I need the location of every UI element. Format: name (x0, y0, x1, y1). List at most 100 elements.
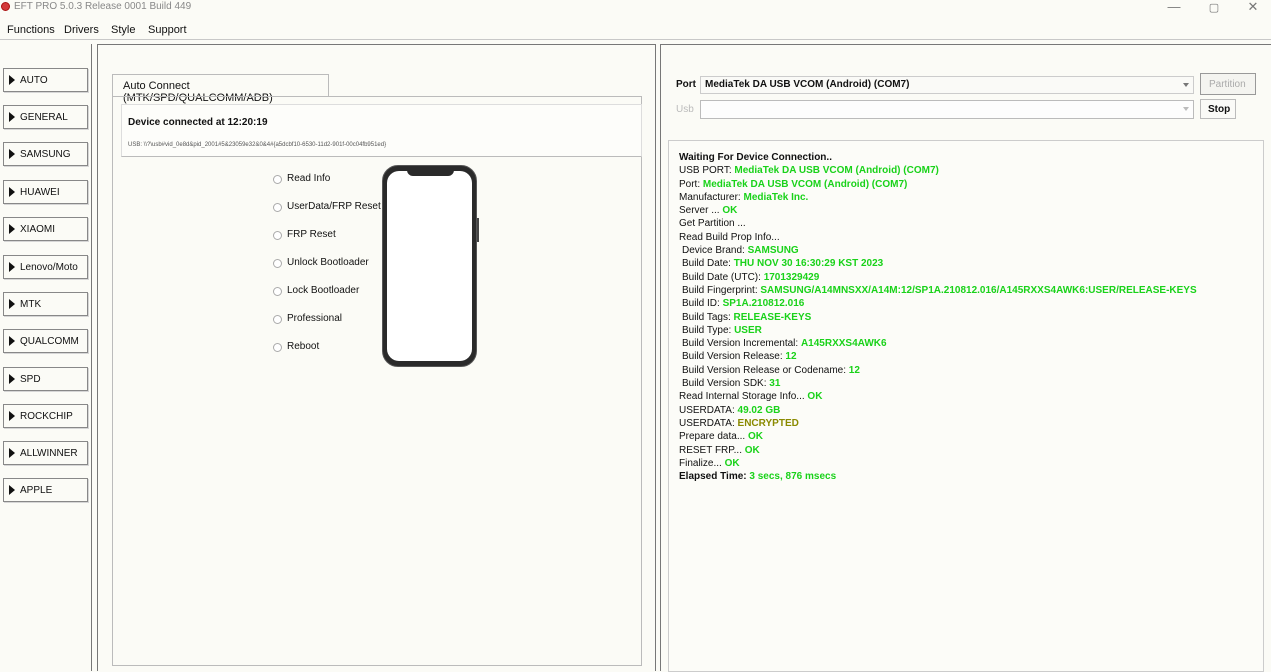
log-line-label: USERDATA: (679, 417, 738, 429)
log-line-label: USB PORT: (679, 165, 735, 177)
log-line-label: Build Version Release: (682, 351, 786, 363)
menu-drivers[interactable]: Drivers (64, 24, 99, 36)
stop-button-label: Stop (1208, 104, 1231, 115)
log-line-label: Server ... (679, 205, 723, 217)
log-line: Build Type: USER (679, 324, 1197, 337)
sidebar-item-allwinner[interactable]: ALLWINNER (3, 441, 88, 465)
log-line-label: Waiting For Device Connection.. (679, 152, 832, 163)
log-line-value: THU NOV 30 16:30:29 KST 2023 (733, 258, 884, 270)
log-line: Server ... OK (679, 204, 1197, 217)
chevron-down-icon (1183, 107, 1189, 111)
sidebar-item-mtk[interactable]: MTK (3, 292, 88, 316)
sidebar-item-label: SAMSUNG (20, 149, 71, 160)
log-line-label: Read Internal Storage Info... (679, 391, 808, 403)
triangle-right-icon (9, 485, 15, 495)
log-line: Build Version Release or Codename: 12 (679, 364, 1197, 377)
usb-label: Usb (676, 104, 694, 115)
log-line: Build Version SDK: 31 (679, 377, 1197, 390)
menu-style[interactable]: Style (111, 24, 135, 36)
log-line: Build ID: SP1A.210812.016 (679, 297, 1197, 310)
log-line-value: 49.02 GB (737, 404, 781, 416)
sidebar-item-lenovo-moto[interactable]: Lenovo/Moto (3, 255, 88, 279)
port-label: Port (676, 79, 696, 90)
log-line: Manufacturer: MediaTek Inc. (679, 191, 1197, 204)
menu-bar: Functions Drivers Style Support (0, 22, 1271, 40)
log-line-label: Build Date: (682, 258, 734, 270)
sidebar-item-apple[interactable]: APPLE (3, 478, 88, 502)
menu-functions[interactable]: Functions (7, 24, 55, 36)
triangle-right-icon (9, 75, 15, 85)
log-line-value: 1701329429 (763, 271, 820, 283)
radio-icon (273, 315, 282, 324)
phone-side-button (477, 218, 479, 242)
sidebar-item-xiaomi[interactable]: XIAOMI (3, 217, 88, 241)
log-lines: Waiting For Device Connection.. USB PORT:… (679, 151, 1197, 483)
log-line-label: Build Version Release or Codename: (682, 364, 849, 376)
option-label: Professional (287, 313, 343, 324)
log-line-label: Elapsed Time: (679, 471, 750, 483)
sidebar-item-samsung[interactable]: SAMSUNG (3, 142, 88, 166)
radio-icon (273, 259, 282, 268)
sidebar-item-label: ALLWINNER (20, 448, 78, 459)
radio-icon (273, 175, 282, 184)
log-line: Get Partition ... (679, 217, 1197, 230)
phone-image (382, 165, 479, 367)
sidebar-item-label: HUAWEI (20, 187, 60, 198)
log-line-label: Port: (679, 178, 703, 190)
maximize-button[interactable]: ▢ (1204, 1, 1224, 14)
log-line-label: Prepare data... (679, 431, 748, 443)
log-line-label: Build Type: (682, 324, 735, 336)
log-line-label: Build Date (UTC): (682, 271, 764, 283)
log-box[interactable]: Waiting For Device Connection.. USB PORT:… (668, 140, 1264, 672)
log-line-value: OK (722, 205, 738, 217)
sidebar-item-rockchip[interactable]: ROCKCHIP (3, 404, 88, 428)
triangle-right-icon (9, 149, 15, 159)
sidebar-item-spd[interactable]: SPD (3, 367, 88, 391)
usb-select[interactable] (700, 100, 1194, 119)
log-line-value: ENCRYPTED (737, 417, 799, 429)
sidebar-item-label: GENERAL (20, 112, 68, 123)
log-line-value: A145RXXS4AWK6 (800, 338, 887, 350)
log-line-value: OK (747, 431, 763, 443)
radio-icon (273, 231, 282, 240)
triangle-right-icon (9, 336, 15, 346)
log-line: Build Version Release: 12 (679, 350, 1197, 363)
radio-icon (273, 203, 282, 212)
log-line-value: OK (724, 457, 740, 469)
chevron-down-icon (1183, 83, 1189, 87)
port-select[interactable]: MediaTek DA USB VCOM (Android) (COM7) (700, 76, 1194, 94)
log-line-label: Build Tags: (682, 311, 734, 323)
sidebar-item-qualcomm[interactable]: QUALCOMM (3, 329, 88, 353)
close-button[interactable]: ✕ (1243, 0, 1263, 15)
log-line: Port: MediaTek DA USB VCOM (Android) (CO… (679, 178, 1197, 191)
option-label: UserData/FRP Reset (287, 201, 381, 212)
menu-support[interactable]: Support (148, 24, 187, 36)
sidebar-item-auto[interactable]: AUTO (3, 68, 88, 92)
sidebar-item-general[interactable]: GENERAL (3, 105, 88, 129)
center-panel: Auto Connect (MTK/SPD/QUALCOMM/ADB) Devi… (97, 44, 656, 671)
log-line-value: MediaTek DA USB VCOM (Android) (COM7) (702, 178, 908, 190)
stop-button[interactable]: Stop (1200, 99, 1236, 119)
sidebar-item-label: Lenovo/Moto (20, 262, 78, 273)
sidebar-item-label: ROCKCHIP (20, 411, 73, 422)
sidebar-item-huawei[interactable]: HUAWEI (3, 180, 88, 204)
log-line: Device Brand: SAMSUNG (679, 244, 1197, 257)
triangle-right-icon (9, 262, 15, 272)
partition-button[interactable]: Partition (1200, 73, 1256, 95)
sidebar-item-label: AUTO (20, 75, 48, 86)
log-line-value: SP1A.210812.016 (722, 298, 805, 310)
sidebar-item-label: SPD (20, 374, 41, 385)
option-label: FRP Reset (287, 229, 336, 240)
log-line: USERDATA: 49.02 GB (679, 404, 1197, 417)
tab-auto-connect[interactable]: Auto Connect (MTK/SPD/QUALCOMM/ADB) (112, 74, 329, 104)
tab-body: Device connected at 12:20:19 USB: \\?\us… (112, 96, 642, 666)
minimize-button[interactable]: — (1164, 0, 1184, 14)
device-status-box: Device connected at 12:20:19 USB: \\?\us… (121, 104, 642, 157)
log-line-label: Read Build Prop Info... (679, 231, 780, 243)
log-line-label: Build Fingerprint: (682, 284, 761, 296)
log-line-label: Manufacturer: (679, 191, 744, 203)
usb-path-text: USB: \\?\usb#vid_0e8d&pid_2001#5&23059e3… (128, 142, 387, 148)
title-bar: EFT PRO 5.0.3 Release 0001 Build 449 — ▢… (0, 0, 1271, 16)
log-line-value: SAMSUNG/A14MNSXX/A14M:12/SP1A.210812.016… (760, 284, 1197, 296)
log-line: Elapsed Time: 3 secs, 876 msecs (679, 470, 1197, 483)
